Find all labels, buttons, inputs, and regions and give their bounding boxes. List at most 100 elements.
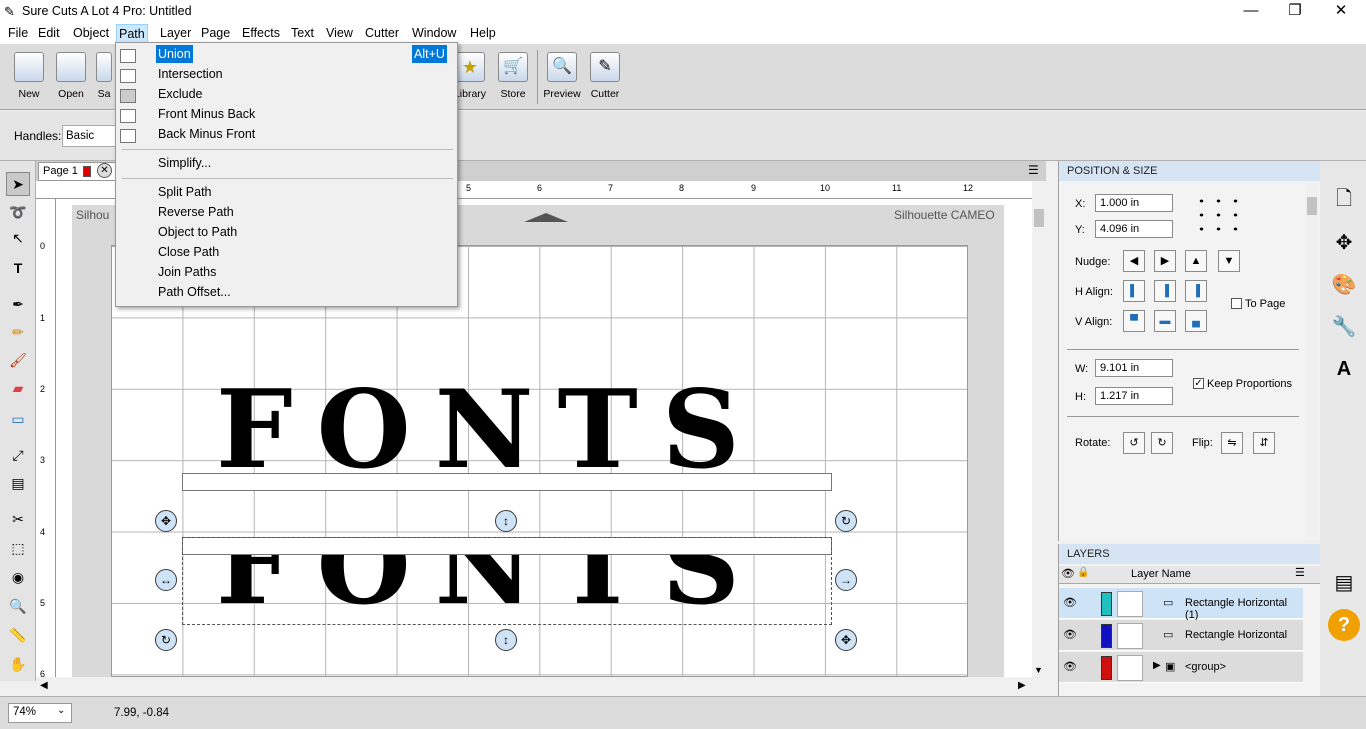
minimize-button[interactable]: — [1228, 0, 1274, 24]
scroll-thumb[interactable] [1034, 209, 1044, 227]
layers-icon[interactable]: ▤ [1328, 567, 1360, 599]
expand-arrow-icon[interactable]: ▶ [1153, 660, 1161, 671]
node-tool-icon[interactable]: ↖ [6, 227, 30, 251]
scroll-down-icon[interactable]: ▼ [1034, 665, 1043, 675]
width-field[interactable]: 9.101 in [1095, 359, 1173, 377]
rectangle-tool-icon[interactable]: ▭ [6, 408, 30, 432]
zoom-select[interactable]: 74% ⌄ [8, 703, 72, 723]
text-settings-icon[interactable]: A [1328, 353, 1360, 385]
knife-tool-icon[interactable]: ✂ [6, 508, 30, 532]
menu-item-close-path[interactable]: Close Path [158, 243, 219, 261]
new-button[interactable]: New [7, 50, 51, 106]
scroll-left-icon[interactable]: ◀ [40, 680, 48, 691]
open-button[interactable]: Open [49, 50, 93, 106]
layer-row[interactable]: 👁 ▭ Rectangle Horizontal (1) [1059, 588, 1303, 621]
layer-name[interactable]: Rectangle Horizontal (1) [1185, 597, 1303, 621]
align-center-h-icon[interactable]: ▐ [1154, 280, 1176, 302]
panel-menu-icon[interactable]: ☰ [1028, 163, 1039, 177]
menu-edit[interactable]: Edit [36, 24, 62, 44]
rotate-ccw-icon[interactable]: ↺ [1123, 432, 1145, 454]
select-tool-icon[interactable]: ➤ [6, 172, 30, 196]
layer-color-swatch[interactable] [1101, 624, 1112, 648]
eraser-tool-icon[interactable]: ▰ [6, 377, 30, 401]
scale-vertical-handle-icon[interactable]: ↕ [495, 510, 517, 532]
nudge-up-icon[interactable]: ▲ [1185, 250, 1207, 272]
menu-item-object-to-path[interactable]: Object to Path [158, 223, 237, 241]
align-left-icon[interactable]: ▌ [1123, 280, 1145, 302]
menu-item-exclude[interactable]: Exclude [158, 85, 202, 103]
layer-row[interactable]: 👁 ▶ ▣ <group> [1059, 652, 1303, 683]
eye-icon[interactable]: 👁 [1063, 660, 1077, 673]
position-size-icon[interactable]: ✥ [1328, 227, 1360, 259]
flip-horizontal-icon[interactable]: ⇋ [1221, 432, 1243, 454]
menu-file[interactable]: File [6, 24, 30, 44]
pencil-tool-icon[interactable]: ✏ [6, 321, 30, 345]
save-button[interactable]: Sa [93, 50, 115, 106]
page-settings-icon[interactable]: 🗋 [1328, 183, 1360, 215]
scale-vertical-handle-bottom-icon[interactable]: ↕ [495, 629, 517, 651]
pen-tool-icon[interactable]: ✒ [6, 293, 30, 317]
color-palette-icon[interactable]: 🎨 [1328, 269, 1360, 301]
menu-object[interactable]: Object [71, 24, 111, 44]
scroll-right-icon[interactable]: ▶ [1018, 680, 1026, 691]
zoom-tool-icon[interactable]: 🔍 [6, 595, 30, 619]
nudge-right-icon[interactable]: ▶ [1154, 250, 1176, 272]
menu-item-simplify[interactable]: Simplify... [158, 154, 211, 172]
eyedropper-tool-icon[interactable]: ⤢ [6, 444, 30, 468]
rotate-cw-icon[interactable]: ↻ [1151, 432, 1173, 454]
x-field[interactable]: 1.000 in [1095, 194, 1173, 212]
menu-text[interactable]: Text [289, 24, 316, 44]
close-window-button[interactable]: ✕ [1318, 0, 1364, 24]
align-top-icon[interactable]: ▀ [1123, 310, 1145, 332]
menu-help[interactable]: Help [468, 24, 498, 44]
menu-item-intersection[interactable]: Intersection [158, 65, 223, 83]
layer-color-swatch[interactable] [1101, 656, 1112, 680]
fonts-text-top[interactable]: FONTS [216, 387, 811, 473]
menu-effects[interactable]: Effects [240, 24, 282, 44]
layer-name[interactable]: <group> [1185, 661, 1226, 673]
menu-page[interactable]: Page [199, 24, 232, 44]
align-bottom-icon[interactable]: ▄ [1185, 310, 1207, 332]
menu-view[interactable]: View [324, 24, 355, 44]
lasso-tool-icon[interactable]: ➰ [6, 201, 30, 225]
menu-window[interactable]: Window [410, 24, 458, 44]
align-middle-icon[interactable]: ▬ [1154, 310, 1176, 332]
anchor-grid[interactable] [1193, 194, 1245, 238]
menu-layer[interactable]: Layer [158, 24, 193, 44]
vertical-scrollbar[interactable]: ▼ [1032, 181, 1046, 677]
skew-handle-icon[interactable]: → [835, 569, 857, 591]
menu-item-path-offset[interactable]: Path Offset... [158, 283, 231, 301]
move-handle-icon[interactable]: ✥ [155, 510, 177, 532]
shape-tool-icon[interactable]: ◉ [6, 566, 30, 590]
eye-icon[interactable]: 👁 [1063, 628, 1077, 641]
brush-tool-icon[interactable]: 🖌 [6, 349, 30, 373]
eye-icon[interactable]: 👁 [1063, 596, 1077, 609]
hand-tool-icon[interactable]: ✋ [6, 653, 30, 677]
scale-horizontal-handle-icon[interactable]: ↔ [155, 569, 177, 591]
nudge-left-icon[interactable]: ◀ [1123, 250, 1145, 272]
height-field[interactable]: 1.217 in [1095, 387, 1173, 405]
layer-name[interactable]: Rectangle Horizontal [1185, 629, 1287, 641]
ruler-tool-icon[interactable]: 📏 [6, 624, 30, 648]
preview-button[interactable]: 🔍 Preview [540, 50, 584, 106]
y-field[interactable]: 4.096 in [1095, 220, 1173, 238]
rotate-handle-bottom-icon[interactable]: ↻ [155, 629, 177, 651]
handles-select[interactable]: Basic [62, 125, 118, 147]
close-page-icon[interactable]: ✕ [97, 163, 112, 178]
transform-tool-icon[interactable]: ⬚ [6, 537, 30, 561]
menu-item-union[interactable]: Union [156, 45, 193, 63]
layer-row[interactable]: 👁 ▭ Rectangle Horizontal [1059, 620, 1303, 651]
layers-menu-icon[interactable]: ☰ [1295, 566, 1305, 579]
rotate-handle-icon[interactable]: ↻ [835, 510, 857, 532]
menu-item-reverse-path[interactable]: Reverse Path [158, 203, 234, 221]
menu-item-back-minus-front[interactable]: Back Minus Front [158, 125, 255, 143]
flip-vertical-icon[interactable]: ⇵ [1253, 432, 1275, 454]
gradient-tool-icon[interactable]: ▤ [6, 472, 30, 496]
keep-proportions-checkbox[interactable]: ✓ [1193, 378, 1204, 389]
help-icon[interactable]: ? [1328, 609, 1360, 641]
menu-cutter[interactable]: Cutter [363, 24, 401, 44]
menu-path[interactable]: Path [116, 24, 148, 44]
to-page-checkbox[interactable] [1231, 298, 1242, 309]
horizontal-scrollbar[interactable]: ◀ ▶ [36, 677, 1032, 695]
maximize-button[interactable]: ❐ [1272, 0, 1318, 24]
